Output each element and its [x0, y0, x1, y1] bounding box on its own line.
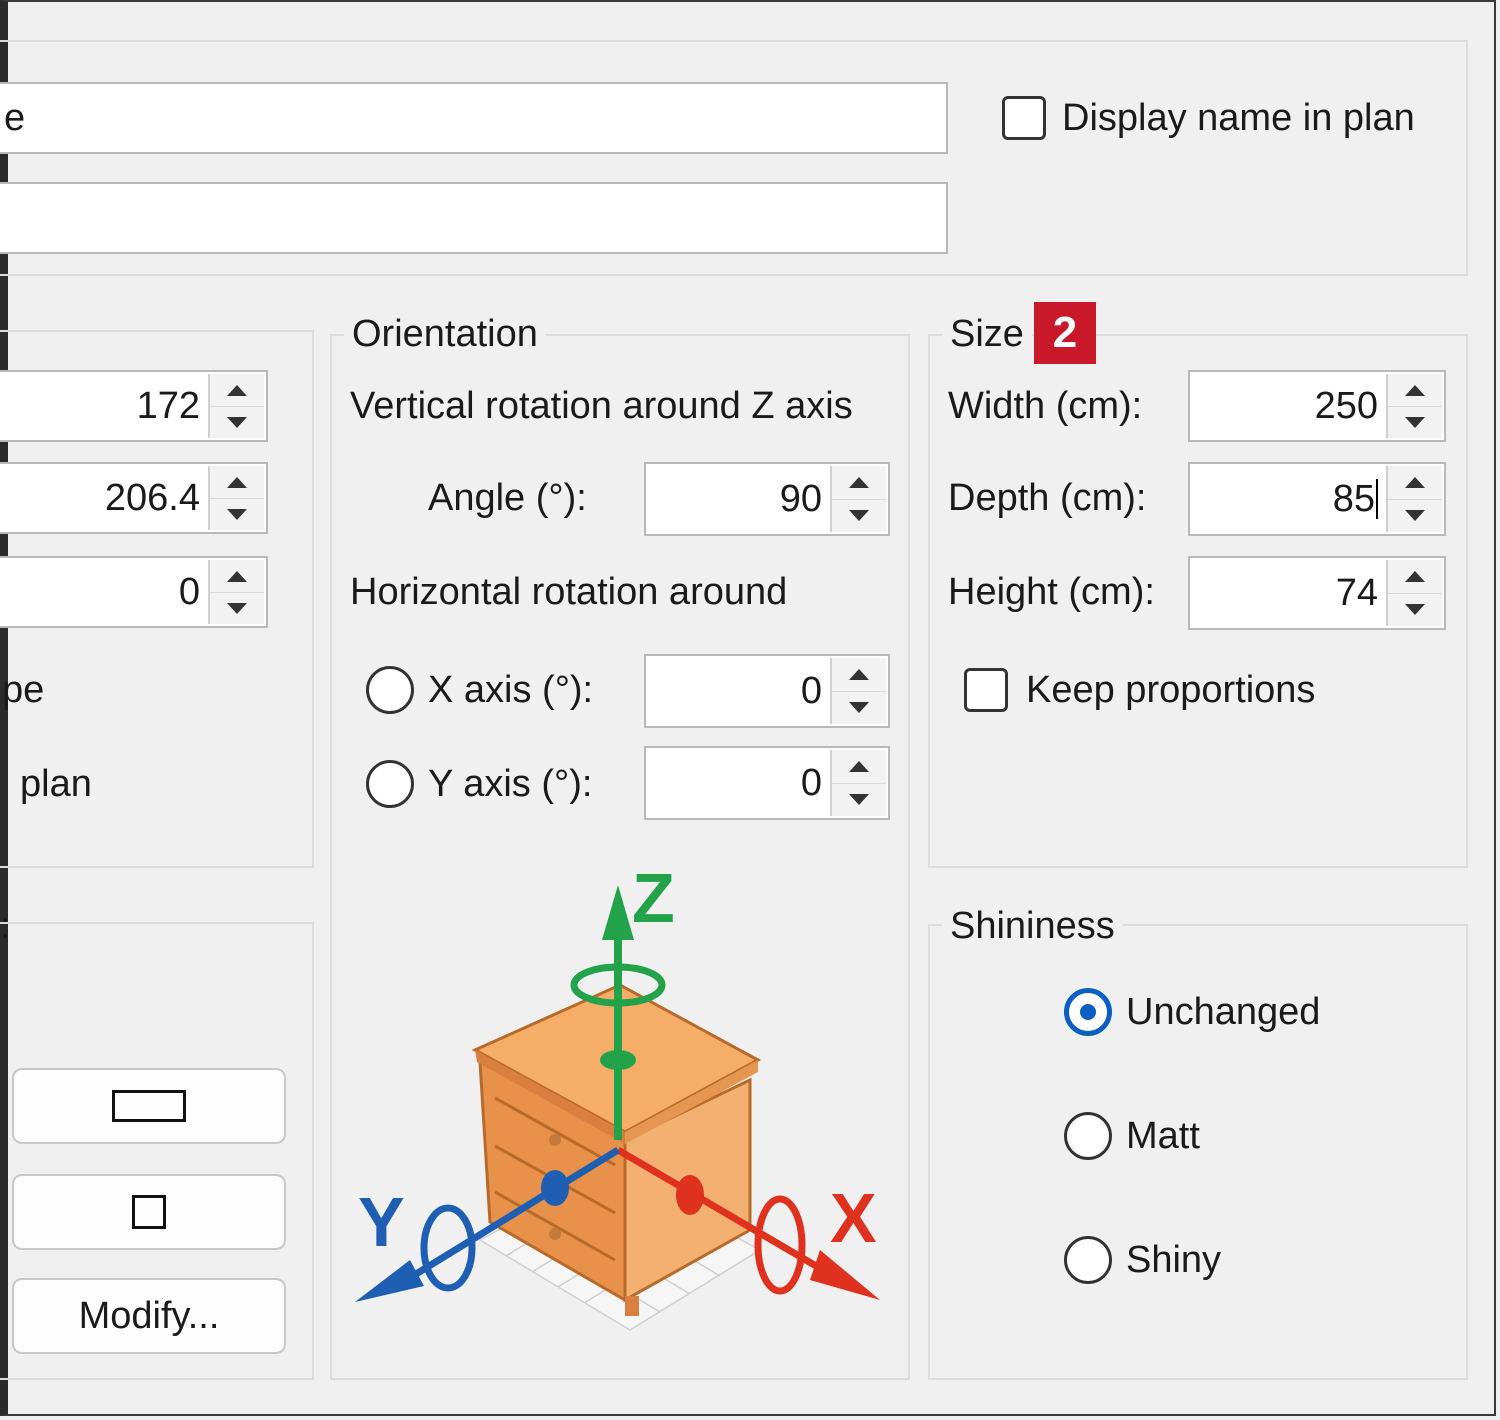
y-axis-value: 0 [800, 761, 822, 804]
shininess-unchanged-label: Unchanged [1126, 991, 1321, 1033]
angle-spinner-arrows[interactable] [830, 466, 886, 532]
y-axis-label: Y axis (°): [428, 763, 593, 805]
spinner-down-icon[interactable] [1388, 406, 1442, 438]
partial-legend: : [0, 905, 11, 947]
spinner-down-icon[interactable] [832, 783, 886, 816]
shininess-unchanged-radio[interactable] [1064, 988, 1112, 1036]
spinner-up-icon[interactable] [832, 750, 886, 784]
y-axis-radio[interactable] [366, 760, 414, 808]
depth-spinner[interactable]: 85 [1188, 462, 1446, 536]
depth-spinner-arrows[interactable] [1386, 466, 1442, 532]
width-label: Width (cm): [948, 385, 1143, 427]
x-spinner[interactable]: 172 [0, 370, 268, 442]
x-axis-radio[interactable] [366, 666, 414, 714]
elevation-spinner[interactable]: 0 [0, 556, 268, 628]
spinner-up-icon[interactable] [1388, 374, 1442, 407]
spinner-down-icon[interactable] [210, 592, 264, 624]
spinner-up-icon[interactable] [832, 466, 886, 500]
shininess-matt-label: Matt [1126, 1115, 1200, 1157]
spinner-up-icon[interactable] [1388, 466, 1442, 500]
shininess-shiny-label: Shiny [1126, 1239, 1222, 1281]
display-name-in-plan-checkbox[interactable] [1002, 96, 1046, 140]
angle-spinner[interactable]: 90 [644, 462, 890, 536]
color-swatch-icon [112, 1090, 186, 1122]
elevation-spinner-arrows[interactable] [208, 560, 264, 624]
spinner-down-icon[interactable] [832, 691, 886, 724]
x-axis-label: X axis (°): [428, 669, 594, 711]
vertical-rotation-label: Vertical rotation around Z axis [350, 385, 853, 427]
horizontal-rotation-label: Horizontal rotation around [350, 571, 788, 613]
spinner-up-icon[interactable] [210, 374, 264, 407]
height-spinner[interactable]: 74 [1188, 556, 1446, 630]
orientation-legend: Orientation [344, 312, 546, 356]
spinner-up-icon[interactable] [832, 658, 886, 692]
y-axis-spinner[interactable]: 0 [644, 746, 890, 820]
width-spinner[interactable]: 250 [1188, 370, 1446, 442]
partial-label-shape: pe [2, 669, 45, 711]
height-value: 74 [1335, 571, 1378, 614]
x-spinner-arrows[interactable] [208, 374, 264, 438]
shininess-matt-radio[interactable] [1064, 1112, 1112, 1160]
name-input-value: e [4, 97, 26, 139]
spinner-up-icon[interactable] [1388, 560, 1442, 594]
color-button[interactable] [12, 1068, 286, 1144]
keep-proportions-label: Keep proportions [1026, 669, 1316, 711]
width-value: 250 [1314, 384, 1378, 427]
spinner-down-icon[interactable] [1388, 499, 1442, 532]
shininess-legend: Shininess [942, 904, 1123, 948]
elevation-value: 0 [178, 570, 200, 613]
spinner-down-icon[interactable] [210, 406, 264, 438]
name-input[interactable]: e [0, 82, 948, 154]
x-axis-spinner-arrows[interactable] [830, 658, 886, 724]
y-value: 206.4 [104, 476, 200, 519]
depth-value-wrap: 85 [1333, 464, 1378, 534]
description-input[interactable] [0, 182, 948, 254]
texture-swatch-icon [132, 1195, 166, 1229]
text-caret [1376, 479, 1378, 519]
size-legend: Size [942, 312, 1032, 356]
spinner-down-icon[interactable] [210, 498, 264, 530]
y-spinner[interactable]: 206.4 [0, 462, 268, 534]
y-axis-glyph: Y [358, 1183, 405, 1261]
angle-label: Angle (°): [428, 477, 587, 519]
x-axis-value: 0 [800, 669, 822, 712]
height-spinner-arrows[interactable] [1386, 560, 1442, 626]
y-axis-spinner-arrows[interactable] [830, 750, 886, 816]
depth-label: Depth (cm): [948, 477, 1147, 519]
x-value: 172 [136, 384, 200, 427]
spinner-down-icon[interactable] [832, 499, 886, 532]
spinner-up-icon[interactable] [210, 560, 264, 593]
height-label: Height (cm): [948, 571, 1155, 613]
spinner-down-icon[interactable] [1388, 593, 1442, 626]
angle-value: 90 [779, 477, 822, 520]
depth-value: 85 [1332, 477, 1375, 520]
partial-label-plan: plan [20, 763, 92, 805]
shininess-shiny-radio[interactable] [1064, 1236, 1112, 1284]
modify-button[interactable]: Modify... [12, 1278, 286, 1354]
keep-proportions-checkbox[interactable] [964, 668, 1008, 712]
rotation-axes-illustration: Z X Y [355, 859, 880, 1331]
y-spinner-arrows[interactable] [208, 466, 264, 530]
z-axis-label: Z [632, 859, 675, 937]
width-spinner-arrows[interactable] [1386, 374, 1442, 438]
step-badge: 2 [1034, 302, 1096, 364]
texture-button[interactable] [12, 1174, 286, 1250]
x-axis-spinner[interactable]: 0 [644, 654, 890, 728]
spinner-up-icon[interactable] [210, 466, 264, 499]
display-name-in-plan-label: Display name in plan [1062, 97, 1415, 139]
x-axis-glyph: X [830, 1179, 877, 1257]
